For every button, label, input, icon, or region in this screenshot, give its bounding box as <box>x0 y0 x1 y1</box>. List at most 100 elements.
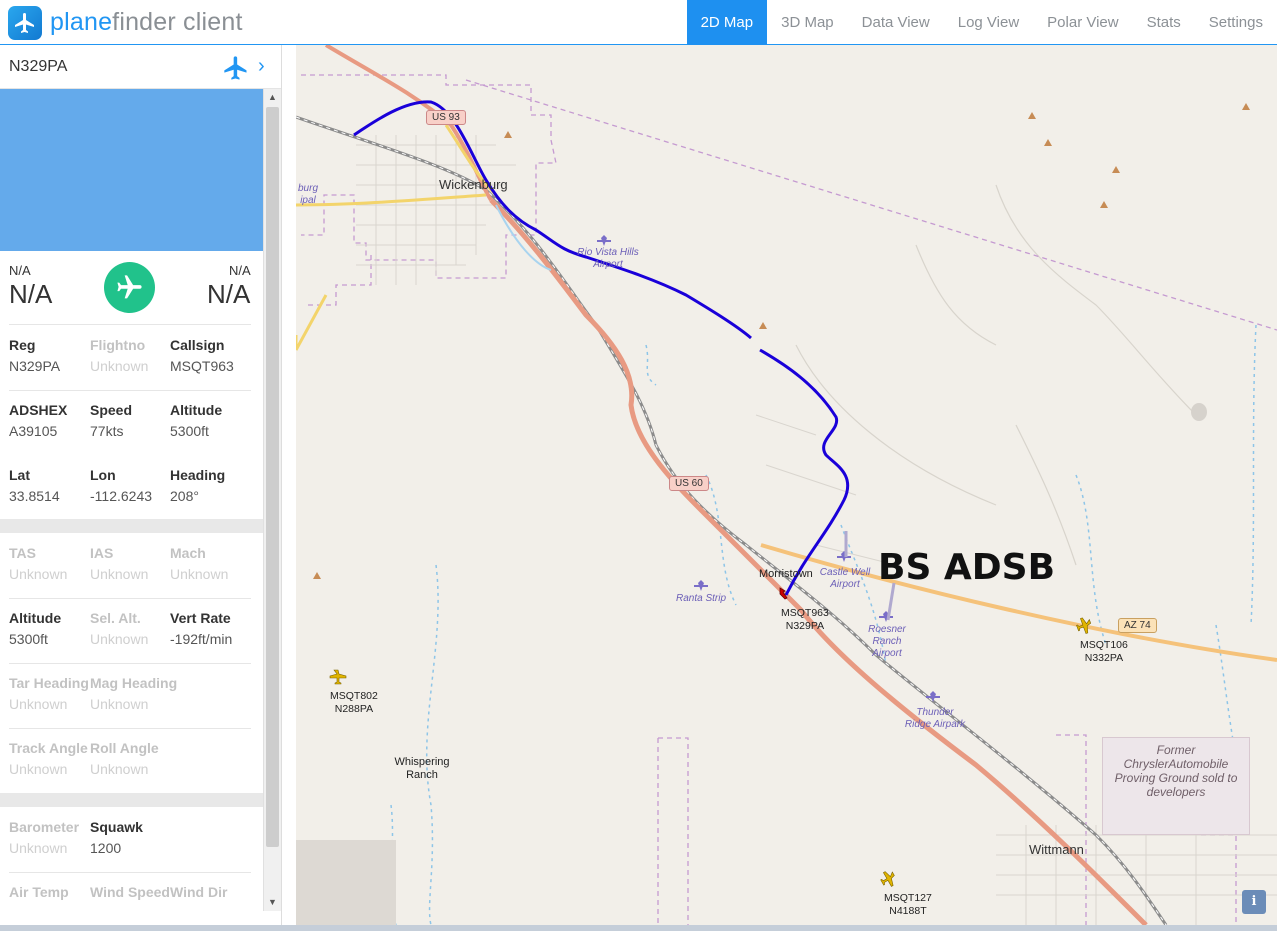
field-barometer: Barometer Unknown <box>9 819 91 856</box>
field-label: ADSHEX <box>9 402 68 418</box>
tertiary-data-section: Barometer Unknown Squawk 1200 Air Temp Win… <box>9 807 251 931</box>
field-label: Air Temp <box>9 884 69 900</box>
field-label: Callsign <box>170 337 225 353</box>
field-label: Altitude <box>9 610 62 626</box>
field-tar-heading: Tar Heading Unknown <box>9 675 91 712</box>
field-value: Unknown <box>90 631 149 647</box>
field-value: -192ft/min <box>170 631 233 647</box>
scroll-down-icon[interactable]: ▼ <box>268 897 277 907</box>
field-label: Flightno <box>90 337 146 353</box>
origin-name: N/A <box>9 279 53 309</box>
field-altitude: Altitude 5300ft <box>170 402 252 439</box>
flight-detail-panel: N329PA › N/A N/A N/A N/A Reg N329PA Fligh… <box>0 45 282 931</box>
field-value: Unknown <box>170 566 229 582</box>
field-label: Sel. Alt. <box>90 610 141 626</box>
field-label: Mag Heading <box>90 675 178 691</box>
aircraft-label-msqt127[interactable]: MSQT127 N4188T <box>884 892 932 918</box>
aircraft-callsign: MSQT106 <box>1080 639 1128 651</box>
aircraft-label-msqt106[interactable]: MSQT106 N332PA <box>1080 639 1128 665</box>
field-flightno: Flightno Unknown <box>90 337 172 374</box>
railway-dash <box>296 116 1167 925</box>
planefinder-logo-icon <box>8 6 42 40</box>
field-mach: Mach Unknown <box>170 545 252 582</box>
field-label: Vert Rate <box>170 610 231 626</box>
divider <box>9 598 251 599</box>
field-speed: Speed 77kts <box>90 402 172 439</box>
route-shield-us60: US 60 <box>669 476 709 491</box>
terrain-area <box>296 840 396 925</box>
app-title: planefinder client <box>50 8 243 37</box>
field-value: Unknown <box>9 566 68 582</box>
airport-label-rio-vista: Rio Vista Hills Airport <box>577 247 639 270</box>
field-label: Heading <box>170 467 226 483</box>
flight-id: N329PA <box>9 58 68 75</box>
aircraft-callsign: MSQT963 <box>781 607 829 619</box>
field-label: Mach <box>170 545 206 561</box>
divider <box>9 728 251 729</box>
dest-code: N/A <box>229 263 251 278</box>
aircraft-reg: N288PA <box>334 703 374 715</box>
field-label: Wind Speed <box>90 884 170 900</box>
field-value: -112.6243 <box>90 488 153 504</box>
brand-part-2: finder client <box>112 8 243 36</box>
field-value: MSQT963 <box>170 358 234 374</box>
sidebar-scrollbar[interactable]: ▲ ▼ <box>263 89 281 911</box>
tab-2d-map[interactable]: 2D Map <box>686 0 768 45</box>
tab-settings[interactable]: Settings <box>1195 0 1277 45</box>
town-label-wittmann: Wittmann <box>1029 842 1084 857</box>
chevron-right-icon[interactable]: › <box>258 55 265 78</box>
place-label-whispering-ranch: Whispering Ranch <box>394 756 450 781</box>
field-value: 5300ft <box>9 631 48 647</box>
field-label: Altitude <box>170 402 223 418</box>
aircraft-reg: N329PA <box>785 620 825 632</box>
field-label: TAS <box>9 545 36 561</box>
aircraft-label-msqt802[interactable]: MSQT802 N288PA <box>330 690 378 716</box>
tab-stats[interactable]: Stats <box>1133 0 1195 45</box>
overlay-annotation: BS ADSB <box>878 547 1056 588</box>
field-value: Unknown <box>90 358 149 374</box>
field-heading: Heading 208° <box>170 467 252 504</box>
field-label: Lat <box>9 467 30 483</box>
divider <box>9 663 251 664</box>
scroll-thumb[interactable] <box>266 107 279 847</box>
field-callsign: Callsign MSQT963 <box>170 337 252 374</box>
field-value: 1200 <box>90 840 122 856</box>
plane-icon[interactable] <box>222 54 250 87</box>
field-label: Squawk <box>90 819 143 835</box>
map-view[interactable]: Wickenburg Morristown Wittmann Whisperin… <box>296 45 1277 925</box>
info-icon[interactable]: i <box>1242 890 1266 914</box>
field-label: Track Angle <box>9 740 88 756</box>
field-value: Unknown <box>9 840 68 856</box>
field-sel-alt: Sel. Alt. Unknown <box>90 610 172 647</box>
aircraft-callsign: MSQT802 <box>330 690 378 702</box>
field-roll-angle: Roll Angle Unknown <box>90 740 172 777</box>
map-gutter <box>282 45 296 925</box>
field-label: Wind Dir <box>170 884 228 900</box>
aircraft-symbols <box>329 617 1092 887</box>
tab-data-view[interactable]: Data View <box>848 0 944 45</box>
scroll-up-icon[interactable]: ▲ <box>268 92 277 102</box>
field-value: 5300ft <box>170 423 209 439</box>
field-label: Speed <box>90 402 133 418</box>
railway <box>296 115 1168 925</box>
field-value: Unknown <box>90 566 149 582</box>
section-divider <box>0 793 263 807</box>
field-label: Roll Angle <box>90 740 159 756</box>
field-vert-rate: Vert Rate -192ft/min <box>170 610 252 647</box>
aircraft-label-msqt963[interactable]: MSQT963 N329PA <box>781 607 829 633</box>
tab-3d-map[interactable]: 3D Map <box>767 0 848 45</box>
os-taskbar <box>0 925 1277 931</box>
field-wind-dir: Wind Dir <box>170 884 252 900</box>
tab-polar-view[interactable]: Polar View <box>1033 0 1132 45</box>
field-value: 208° <box>170 488 199 504</box>
field-lat: Lat 33.8514 <box>9 467 91 504</box>
aircraft-reg: N332PA <box>1084 652 1124 664</box>
route-shield-az74: AZ 74 <box>1118 618 1157 633</box>
field-tas: TAS Unknown <box>9 545 91 582</box>
field-adshex: ADSHEX A39105 <box>9 402 91 439</box>
tab-log-view[interactable]: Log View <box>944 0 1033 45</box>
field-label: Barometer <box>9 819 80 835</box>
aircraft-photo <box>0 89 263 251</box>
field-value: 77kts <box>90 423 124 439</box>
origin-code: N/A <box>9 263 31 278</box>
